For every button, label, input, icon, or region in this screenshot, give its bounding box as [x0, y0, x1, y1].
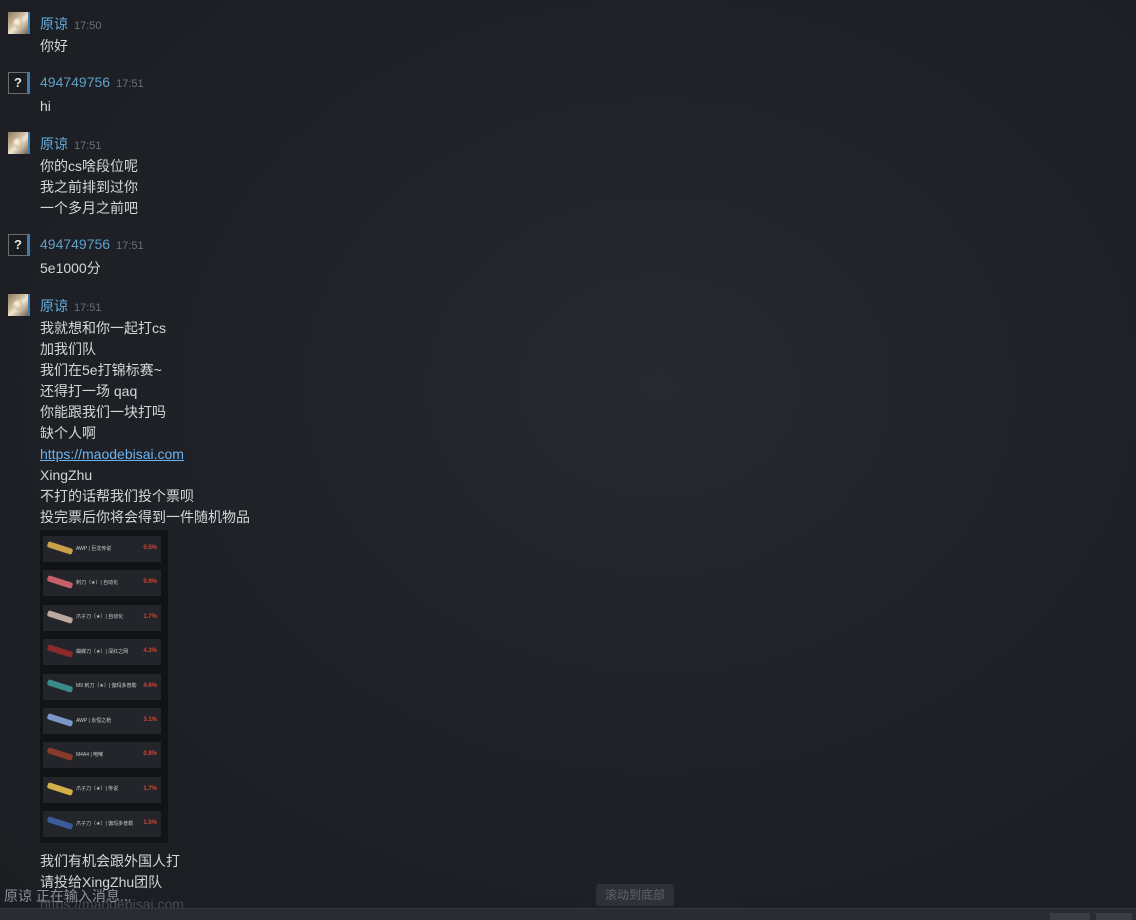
item-name: AWP | 永恒之枪 — [76, 717, 112, 724]
weapon-icon — [46, 781, 74, 796]
item-drop-rate: 4.3% — [143, 648, 157, 655]
chat-log[interactable]: 原谅 17:50 你好 ? 494749756 17:51 hi 原谅 17:51 你… — [0, 0, 1136, 920]
item-name: M4A4 | 咆哮 — [76, 751, 104, 758]
item-drop-rate: 0.8% — [143, 751, 157, 758]
item-row: AWP | 永恒之枪 3.1% — [43, 708, 161, 734]
user-avatar[interactable] — [8, 12, 30, 34]
item-drop-rate: 0.9% — [143, 579, 157, 586]
message-line: 你好 — [40, 38, 68, 54]
message-header: 494749756 17:51 — [40, 74, 144, 92]
message-time: 17:51 — [116, 78, 144, 90]
question-mark-icon[interactable]: ? — [8, 72, 30, 94]
message-line: 你能跟我们一块打吗 — [40, 404, 166, 420]
item-name: 爪子刀（★）| 伽玛多普勒 — [76, 820, 134, 827]
sender-name[interactable]: 494749756 — [40, 74, 110, 90]
weapon-icon — [46, 644, 74, 659]
message-line: 还得打一场 qaq — [40, 383, 138, 399]
weapon-icon — [46, 816, 74, 831]
item-row: 蝴蝶刀（★）| 深红之网 4.3% — [43, 639, 161, 666]
item-name: 蝴蝶刀（★）| 深红之网 — [76, 648, 129, 655]
message-line: 我就想和你一起打cs — [40, 320, 166, 336]
sender-name[interactable]: 原谅 — [40, 16, 68, 32]
message-line: 不打的话帮我们投个票呗 — [40, 488, 194, 504]
item-row: 爪子刀（★）| 伽玛多普勒 1.5% — [43, 811, 161, 838]
message-line: 我们有机会跟外国人打 — [40, 853, 180, 869]
message-header: 494749756 17:51 — [40, 236, 144, 254]
weapon-icon — [46, 609, 74, 624]
message-time: 17:51 — [74, 302, 102, 314]
message-line: 投完票后你将会得到一件随机物品 — [40, 509, 250, 525]
item-row: 爪子刀（★）| 传说 1.7% — [43, 776, 161, 803]
message-line: 我之前排到过你 — [40, 179, 138, 195]
message-line: 一个多月之前吧 — [40, 200, 138, 216]
item-row: 刺刀（★）| 自动化 0.9% — [43, 570, 161, 597]
message-time: 17:50 — [74, 20, 102, 32]
item-name: 刺刀（★）| 自动化 — [76, 579, 119, 586]
message-line: hi — [40, 98, 51, 114]
item-drop-rate: 0.5% — [143, 545, 157, 551]
message-line: 加我们队 — [40, 341, 96, 357]
message-link-line: https://maodebisai.com — [40, 444, 250, 465]
scroll-to-bottom-button[interactable]: 滚动到底部 — [596, 884, 674, 906]
item-name: 爪子刀（★）| 传说 — [76, 786, 119, 793]
message-header: 原谅 17:51 — [40, 134, 102, 154]
item-row: 爪子刀（★）| 自动化 1.7% — [43, 604, 161, 631]
message-line: XingZhu — [40, 467, 93, 483]
message-line: 5e1000分 — [40, 260, 101, 276]
weapon-icon — [46, 678, 74, 693]
item-row: M4A4 | 咆哮 0.8% — [43, 742, 161, 769]
item-drop-rate: 1.7% — [143, 613, 157, 620]
item-row: AWP | 巨龙传说 0.5% — [43, 536, 161, 562]
question-mark-icon[interactable]: ? — [8, 234, 30, 256]
item-drop-rate: 3.1% — [143, 717, 157, 723]
message-time: 17:51 — [116, 240, 144, 252]
message-line: 我们在5e打锦标赛~ — [40, 362, 162, 378]
sender-name[interactable]: 原谅 — [40, 298, 68, 314]
weapon-icon — [46, 575, 74, 590]
item-name: 爪子刀（★）| 自动化 — [76, 614, 124, 621]
weapon-icon — [46, 747, 74, 762]
item-name: AWP | 巨龙传说 — [76, 545, 112, 552]
item-drop-rate: 1.5% — [143, 820, 157, 827]
message-line: 你的cs啥段位呢 — [40, 158, 138, 174]
sender-name[interactable]: 494749756 — [40, 236, 110, 252]
message-line: 缺个人啊 — [40, 425, 96, 441]
input-control[interactable] — [1050, 913, 1090, 920]
item-name: M9 刺刀（★）| 伽玛多普勒 — [76, 683, 137, 690]
user-avatar[interactable] — [8, 294, 30, 316]
message-header: 原谅 17:51 — [40, 296, 102, 316]
item-drop-rate: 4.6% — [143, 682, 157, 689]
message-time: 17:51 — [74, 140, 102, 152]
item-row: M9 刺刀（★）| 伽玛多普勒 4.6% — [43, 673, 161, 700]
chat-input-bar[interactable] — [0, 908, 1136, 920]
item-drop-rate: 1.7% — [143, 785, 157, 792]
weapon-icon — [46, 713, 74, 727]
typing-indicator: 原谅 正在输入消息... — [4, 888, 132, 904]
message-link[interactable]: https://maodebisai.com — [40, 446, 184, 462]
sender-name[interactable]: 原谅 — [40, 136, 68, 152]
message-header: 原谅 17:50 — [40, 14, 102, 34]
user-avatar[interactable] — [8, 132, 30, 154]
weapon-icon — [46, 541, 74, 555]
send-button[interactable] — [1096, 913, 1132, 920]
embedded-item-image[interactable]: AWP | 巨龙传说 0.5% 刺刀（★）| 自动化 0.9% 爪子刀（★）| 自动化 1… — [40, 530, 168, 843]
